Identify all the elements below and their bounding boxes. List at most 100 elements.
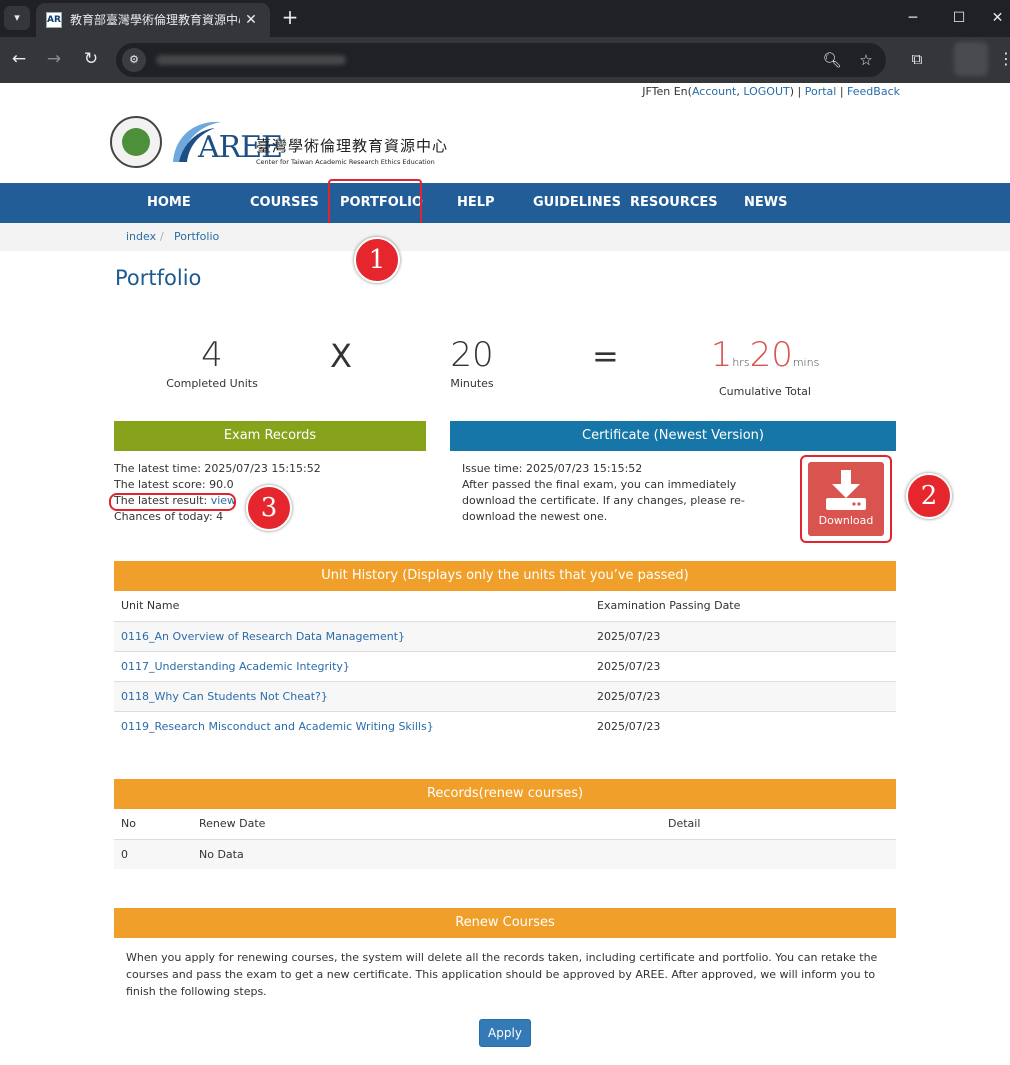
certificate-body: Issue time: 2025/07/23 15:15:52 After pa… [462,461,762,525]
minutes-unit: mins [792,356,820,369]
certificate-issue-time: Issue time: 2025/07/23 15:15:52 [462,462,643,475]
nav-help[interactable]: HELP [457,183,495,223]
detail-column-header: Detail [668,817,701,831]
hours-unit: hrs [732,356,750,369]
new-tab-button[interactable]: + [280,6,300,30]
apply-button[interactable]: Apply [479,1019,531,1047]
unit-link[interactable]: 0117_Understanding Academic Integrity} [121,660,350,673]
minutes-stat: 20 Minutes [432,335,512,390]
tab-title: 教育部臺灣學術倫理教育資源中心 [70,13,240,27]
unit-passing-date: 2025/07/23 [590,620,896,651]
multiply-sign: X [330,337,352,375]
bookmark-star-icon[interactable]: ☆ [854,48,878,72]
breadcrumb-index[interactable]: index [126,223,156,251]
minutes-label: Minutes [450,377,494,390]
main-nav: HOME COURSES PORTFOLIO HELP GUIDELINES R… [0,183,1010,223]
logo-chinese-name: 臺灣學術倫理教育資源中心 [256,137,449,155]
certificate-desc-line3: download the newest one. [462,510,608,523]
annotation-marker-1: 1 [354,237,400,283]
table-row: 0118_Why Can Students Not Cheat?} 2025/0… [114,680,896,711]
breadcrumb-separator: / [160,230,164,243]
annotation-marker-2: 2 [906,473,952,519]
close-window-icon[interactable]: ✕ [985,5,1010,31]
renew-date-column-header: Renew Date [199,817,266,831]
portal-link[interactable]: Portal [805,85,837,98]
cumulative-total-stat: 1hrs20mins Cumulative Total [700,335,830,398]
nav-news[interactable]: NEWS [744,183,787,223]
unit-link[interactable]: 0116_An Overview of Research Data Manage… [121,630,405,643]
certificate-desc-line2: download the certificate. If any changes… [462,494,745,507]
back-arrow-icon[interactable]: ← [7,47,31,71]
download-certificate-button[interactable]: Download [808,462,884,536]
logout-link[interactable]: LOGOUT [743,85,789,98]
address-bar[interactable]: ⚙ 🔍︎ ☆ [116,43,886,77]
cumulative-total-label: Cumulative Total [719,385,811,398]
reload-icon[interactable]: ↻ [79,47,103,71]
exam-records-header: Exam Records [114,421,426,451]
browser-tab-bar: ▾ AR 教育部臺灣學術倫理教育資源中心 ✕ + ─ ☐ ✕ [0,0,1010,37]
site-logo[interactable]: AREE 臺灣學術倫理教育資源中心 Center for Taiwan Acad… [110,116,455,171]
nav-courses[interactable]: COURSES [250,183,319,223]
unit-passing-date: 2025/07/23 [590,680,896,711]
renew-courses-header: Renew Courses [114,908,896,938]
unit-name-column-header: Unit Name [121,599,180,613]
completed-units-value: 4 [201,335,223,375]
chevron-down-icon: ▾ [14,11,20,24]
renew-courses-description: When you apply for renewing courses, the… [126,951,878,998]
certificate-header: Certificate (Newest Version) [450,421,896,451]
close-tab-icon[interactable]: ✕ [242,11,260,29]
user-name: JFTen En [642,85,688,98]
table-row: 0116_An Overview of Research Data Manage… [114,620,896,651]
page-content: JFTen En(Account, LOGOUT) | Portal | Fee… [0,83,1010,1065]
forward-arrow-icon[interactable]: → [42,47,66,71]
tab-search-button[interactable]: ▾ [4,6,30,30]
user-bar: JFTen En(Account, LOGOUT) | Portal | Fee… [642,85,900,98]
renew-date-cell: No Data [192,838,661,869]
cumulative-total-value: 1hrs20mins [700,335,830,383]
unit-link[interactable]: 0119_Research Misconduct and Academic Wr… [121,720,434,733]
breadcrumb: index / Portfolio [0,223,1010,251]
nav-resources[interactable]: RESOURCES [630,183,718,223]
nav-home[interactable]: HOME [147,183,191,223]
page-title: Portfolio [115,266,202,290]
passing-date-column-header: Examination Passing Date [597,599,741,613]
logo-english-name: Center for Taiwan Academic Research Ethi… [256,158,435,166]
browser-tab[interactable]: AR 教育部臺灣學術倫理教育資源中心 ✕ [36,3,270,37]
renew-records-header: Records(renew courses) [114,779,896,809]
unit-history-header: Unit History (Displays only the units th… [114,561,896,591]
exam-latest-time: The latest time: 2025/07/23 15:15:52 [114,462,321,475]
total-minutes-value: 20 [749,335,793,375]
account-link[interactable]: Account [692,85,736,98]
annotation-marker-3: 3 [246,485,292,531]
breadcrumb-portfolio[interactable]: Portfolio [174,223,219,251]
unit-passing-date: 2025/07/23 [590,710,896,741]
annotation-box-portfolio [328,179,422,229]
no-column-header: No [121,817,136,831]
url-text-redacted [156,55,346,65]
renew-no-cell: 0 [114,838,192,869]
download-label: Download [818,514,874,527]
equals-sign: = [592,337,619,375]
table-row: 0 No Data [114,838,896,869]
extensions-puzzle-icon[interactable]: ⧉ [905,47,929,71]
profile-avatar[interactable] [954,42,988,76]
table-row: 0117_Understanding Academic Integrity} 2… [114,650,896,681]
nav-guidelines[interactable]: GUIDELINES [533,183,621,223]
certificate-desc-line1: After passed the final exam, you can imm… [462,478,737,491]
renew-detail-cell [661,838,896,869]
completed-units-stat: 4 Completed Units [162,335,262,390]
minutes-value: 20 [450,335,494,375]
download-icon [826,470,866,510]
annotation-box-latest-result [109,493,236,511]
browser-toolbar: ← → ↻ ⚙ 🔍︎ ☆ [0,37,1010,83]
zoom-magnifier-icon[interactable]: 🔍︎ [820,48,844,72]
completed-units-label: Completed Units [166,377,258,390]
unit-link[interactable]: 0118_Why Can Students Not Cheat?} [121,690,328,703]
renew-records-table: No Renew Date Detail 0 No Data [114,809,896,869]
minimize-icon[interactable]: ─ [893,5,933,31]
maximize-icon[interactable]: ☐ [939,5,979,31]
total-hours-value: 1 [710,335,733,375]
feedback-link[interactable]: FeedBack [847,85,900,98]
site-info-icon[interactable]: ⚙ [122,48,146,72]
browser-menu-kebab-icon[interactable]: ⋮ [998,47,1010,71]
